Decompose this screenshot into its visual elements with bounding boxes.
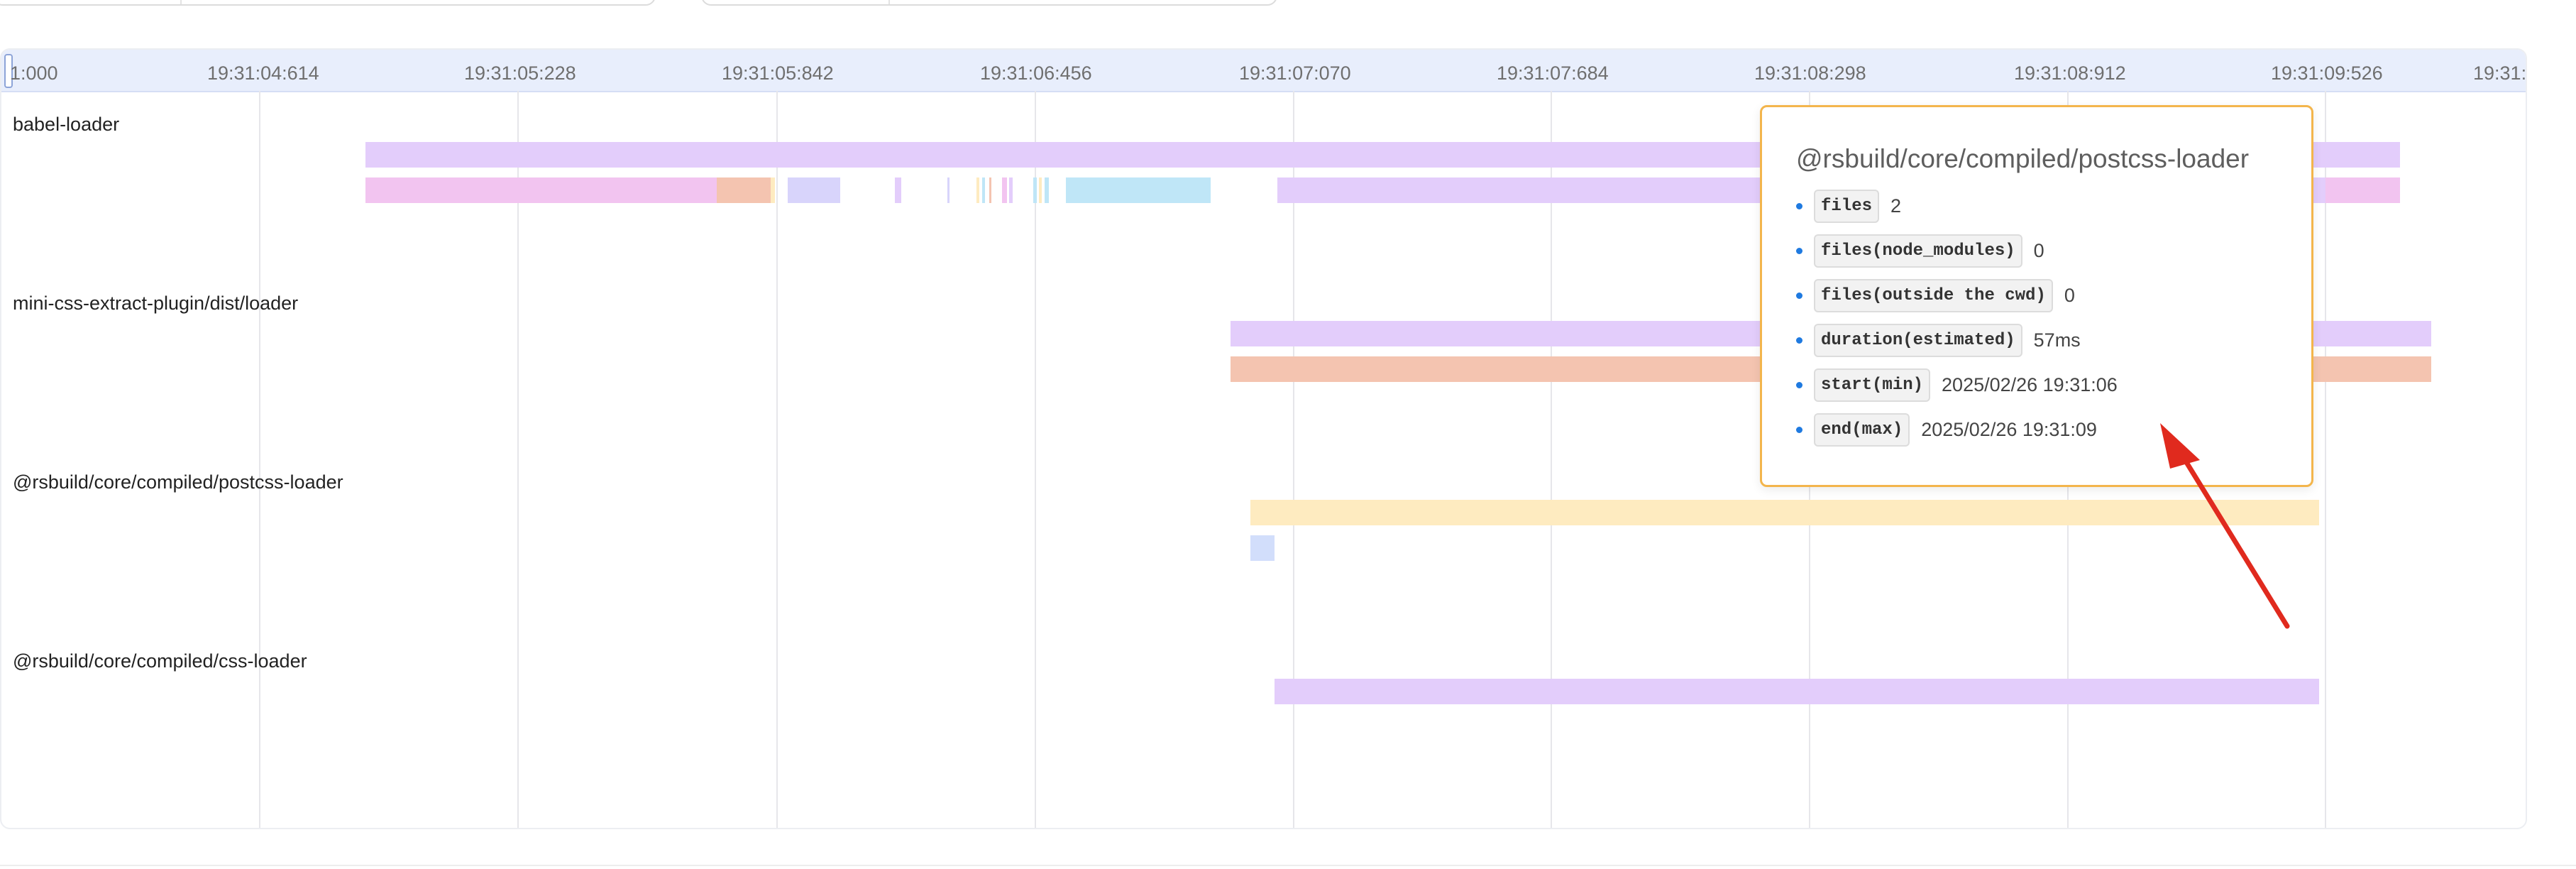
tooltip-value: 2 [1890,195,1902,217]
select-divider [888,0,890,4]
time-axis[interactable]: 1:000 19:31:04:614 19:31:05:228 19:31:05… [1,50,2526,92]
timeline-bar[interactable] [1045,177,1049,203]
timeline-bar[interactable] [1066,177,1211,203]
tick-label: 19:31:04:614 [207,62,319,84]
timeline-bar[interactable] [717,177,771,203]
filter-select-right[interactable] [701,0,1277,6]
tick-label: 19:31: [2473,62,2527,84]
tick-label: 19:31:07:070 [1239,62,1351,84]
tick-label: 19:31:05:842 [722,62,834,84]
tooltip-key: duration(estimated) [1814,323,2022,357]
timeline-bar[interactable] [2325,177,2400,203]
annotation-arrow-icon [2160,423,2290,629]
tooltip-item-duration: duration(estimated) 57ms [1796,322,2081,358]
timeline-bar[interactable] [895,177,901,203]
timeline-bar[interactable] [788,177,840,203]
filter-select-left[interactable] [0,0,656,6]
bullet-icon [1796,426,1802,433]
tooltip-value: 2025/02/26 19:31:06 [1942,373,2118,395]
row-label-mini-css-extract: mini-css-extract-plugin/dist/loader [13,293,299,314]
tooltip-key: start(min) [1814,368,1931,402]
bullet-icon [1796,381,1802,388]
timeline-bar[interactable] [947,177,950,203]
timeline-bar[interactable] [1275,679,2319,704]
grid-line [776,91,778,828]
timeline-bar[interactable] [1009,177,1013,203]
tooltip-item-end: end(max) 2025/02/26 19:31:09 [1796,412,2097,447]
bullet-icon [1796,337,1802,344]
tooltip-item-start: start(min) 2025/02/26 19:31:06 [1796,367,2118,403]
grid-line [259,91,260,828]
tooltip-item-files-outside-cwd: files(outside the cwd) 0 [1796,278,2075,313]
arrow-shaft [2174,444,2290,629]
timeline-bar[interactable] [365,177,718,203]
timeline-bar[interactable] [1250,535,1275,561]
tooltip-key: end(max) [1814,412,1910,447]
bullet-icon [1796,292,1802,299]
tooltip-key: files(outside the cwd) [1814,278,2053,312]
tooltip-value: 0 [2033,239,2044,261]
tick-label: 19:31:06:456 [980,62,1092,84]
tick-label: 19:31:08:298 [1754,62,1866,84]
timeline-bar[interactable] [976,177,979,203]
tick-label: 19:31:09:526 [2271,62,2383,84]
tooltip-value: 2025/02/26 19:31:09 [1921,418,2097,440]
tooltip-item-files: files 2 [1796,188,1901,224]
select-divider [180,0,182,4]
bullet-icon [1796,247,1802,254]
row-label-babel-loader: babel-loader [13,114,120,135]
arrow-head [2160,423,2200,469]
timeline-bar[interactable] [1033,177,1037,203]
timeline-bar[interactable] [771,177,775,203]
timeline-bar[interactable] [1002,177,1007,203]
row-label-postcss-loader: @rsbuild/core/compiled/postcss-loader [13,471,343,493]
tooltip-item-files-node-modules: files(node_modules) 0 [1796,233,2044,268]
bullet-icon [1796,202,1802,209]
row-label-css-loader: @rsbuild/core/compiled/css-loader [13,650,307,672]
tooltip-key: files(node_modules) [1814,234,2022,268]
timeline-bar[interactable] [1039,177,1042,203]
tick-label: 1:000 [10,62,58,84]
tooltip-value: 57ms [2033,329,2081,351]
tick-label: 19:31:08:912 [2014,62,2126,84]
timeline-bar[interactable] [989,177,991,203]
tooltip-title: @rsbuild/core/compiled/postcss-loader [1796,144,2250,173]
tick-label: 19:31:07:684 [1497,62,1609,84]
page-bottom-border [0,865,2576,866]
tick-label: 19:31:05:228 [464,62,576,84]
tooltip-key: files [1814,189,1880,223]
tooltip-value: 0 [2064,284,2075,306]
timeline-bar[interactable] [982,177,985,203]
